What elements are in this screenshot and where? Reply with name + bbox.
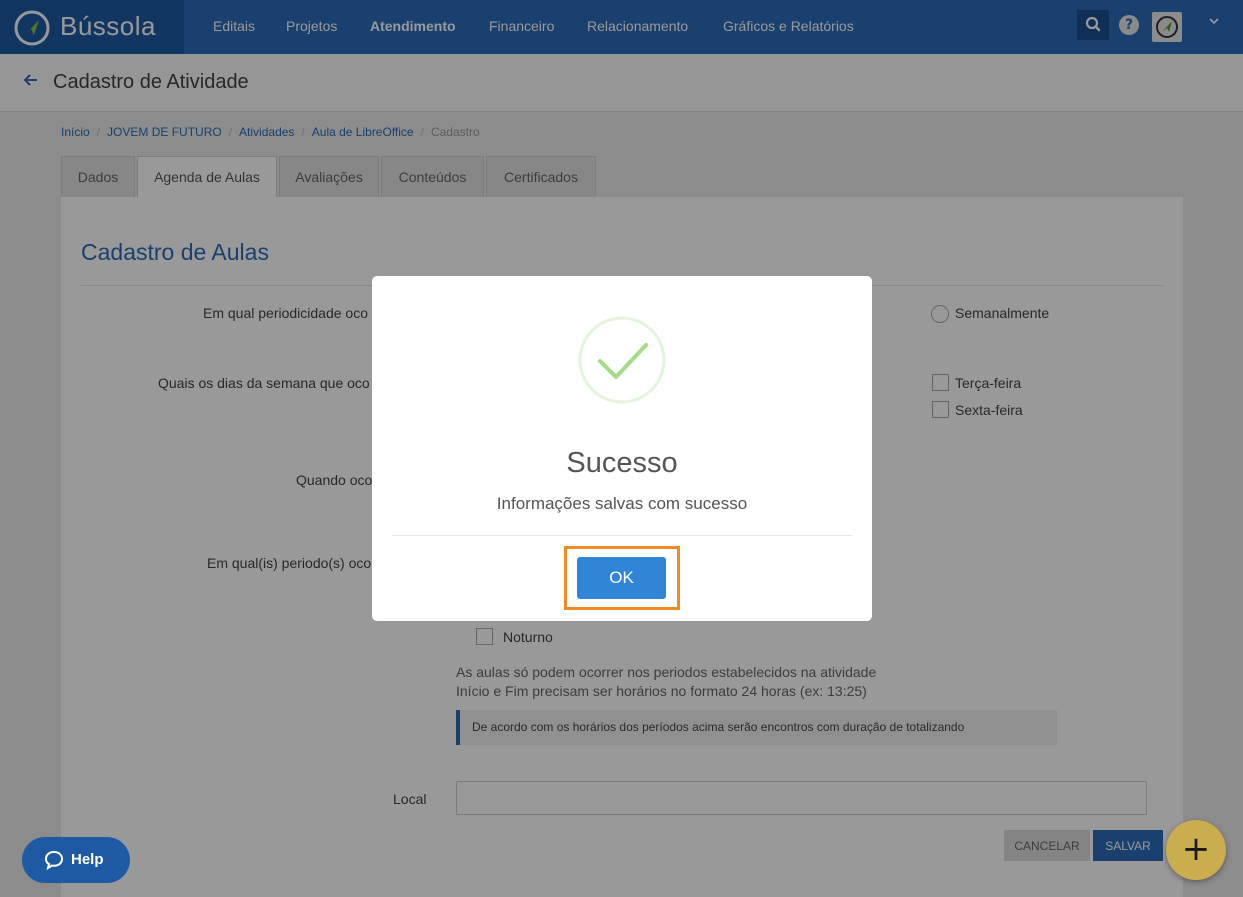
add-fab-button[interactable]: +	[1166, 820, 1226, 880]
success-check-icon	[578, 316, 666, 404]
ok-button[interactable]: OK	[577, 557, 666, 599]
success-modal: Sucesso Informações salvas com sucesso O…	[372, 276, 872, 621]
modal-divider	[392, 535, 852, 536]
help-chat-label: Help	[71, 851, 104, 868]
help-chat-button[interactable]: Help	[22, 837, 130, 883]
chat-bubble-icon	[44, 850, 64, 870]
modal-title: Sucesso	[566, 447, 678, 479]
modal-message: Informações salvas com sucesso	[496, 494, 748, 513]
